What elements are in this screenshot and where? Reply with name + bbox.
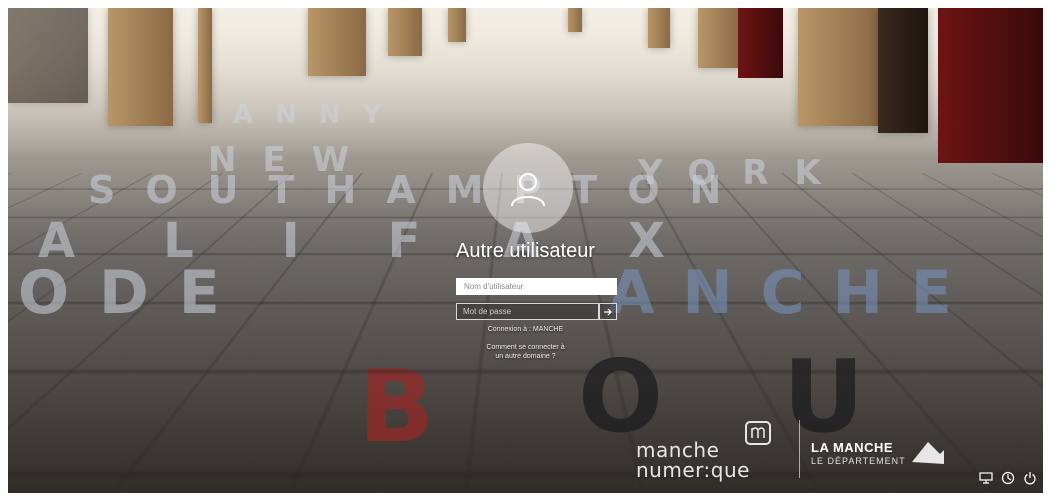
logo-separator <box>799 420 800 478</box>
signin-help-label: Comment se connecter à un autre domaine … <box>486 344 565 360</box>
department-title: LA MANCHE <box>811 440 894 455</box>
manche-numerique-line2: numer:que <box>636 458 750 482</box>
username-input[interactable] <box>456 278 617 295</box>
power-icon[interactable] <box>1023 471 1037 485</box>
submit-button[interactable] <box>599 303 617 320</box>
branding: manche numer:que LA MANCHE LE DÉPARTEMEN… <box>636 416 956 486</box>
manche-numerique-line1: manche <box>636 438 720 462</box>
signin-help-link[interactable]: Comment se connecter à un autre domaine … <box>8 343 1043 361</box>
user-icon <box>511 173 545 207</box>
manche-numerique-logo-icon <box>745 421 771 445</box>
department-subtitle: LE DÉPARTEMENT <box>811 456 906 466</box>
network-icon[interactable] <box>979 471 993 485</box>
system-tray <box>979 471 1037 485</box>
signin-target-text: Connexion à : MANCHE <box>487 326 564 333</box>
password-input[interactable] <box>456 303 599 320</box>
lock-screen-background: ANNY NEW YORK SOUTHAMPTON ALIFAX ODE ANC… <box>8 8 1043 493</box>
arrow-right-icon <box>604 308 612 315</box>
user-avatar[interactable] <box>483 143 573 233</box>
username-label: Autre utilisateur <box>456 240 595 262</box>
department-logo-icon <box>912 442 944 464</box>
accessibility-icon[interactable] <box>1001 471 1015 485</box>
